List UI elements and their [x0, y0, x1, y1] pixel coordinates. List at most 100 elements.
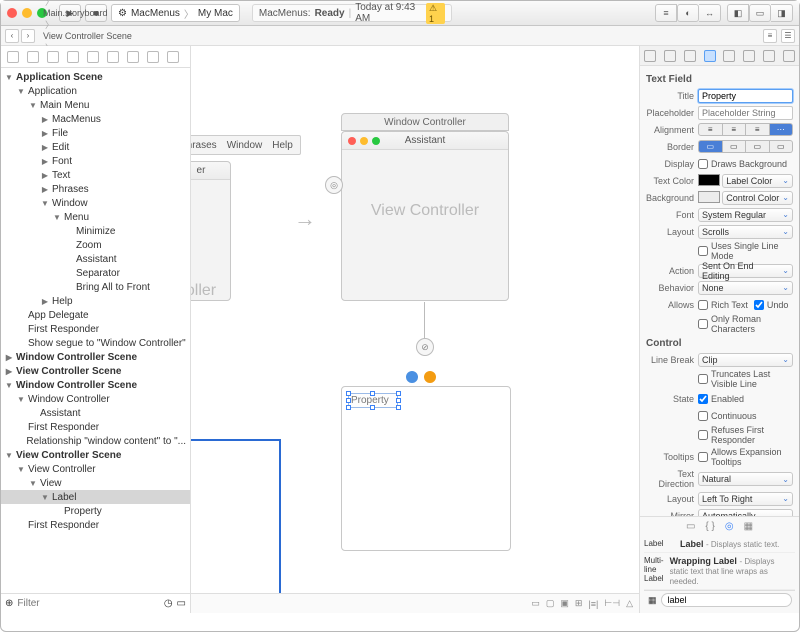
placeholder-input[interactable] [698, 106, 793, 120]
breadcrumb-item[interactable]: View Controller Scene [43, 31, 132, 41]
disclosure-triangle-icon[interactable]: ▶ [41, 297, 49, 306]
zoom-out-icon[interactable]: ▭ [531, 598, 540, 609]
panel-toggle-segment[interactable]: ◧ ▭ ◨ [727, 4, 793, 22]
outline-row[interactable]: ▶Window Controller Scene [1, 350, 190, 364]
bindings-inspector-icon[interactable] [763, 50, 775, 62]
outline-row[interactable]: ▼Label [1, 490, 190, 504]
standard-editor-icon[interactable]: ≡ [655, 4, 677, 22]
view-controller-view[interactable]: Property [341, 386, 511, 551]
outline-row[interactable]: First Responder [1, 322, 190, 336]
textdir-popup[interactable]: Natural [698, 472, 793, 486]
tooltips-checkbox[interactable] [698, 452, 708, 462]
outline-row[interactable]: Minimize [1, 224, 190, 238]
background-color-well[interactable] [698, 191, 720, 203]
outline-row[interactable]: ▼Window Controller Scene [1, 378, 190, 392]
outline-row[interactable]: Separator [1, 266, 190, 280]
outline-row[interactable]: ▼Window [1, 196, 190, 210]
outline-row[interactable]: ▶Edit [1, 140, 190, 154]
source-control-navigator-icon[interactable] [27, 51, 39, 63]
layout2-popup[interactable]: Left To Right [698, 492, 793, 506]
document-outline[interactable]: ▼Application Scene▼Application▼Main Menu… [1, 68, 190, 593]
recent-filter-icon[interactable]: ◷ [164, 598, 173, 609]
selected-view-outline[interactable] [191, 439, 281, 599]
disclosure-triangle-icon[interactable]: ▼ [17, 465, 25, 474]
outline-row[interactable]: ▶File [1, 126, 190, 140]
connections-inspector-icon[interactable] [743, 50, 755, 62]
disclosure-triangle-icon[interactable]: ▶ [41, 129, 49, 138]
segue-connector-icon[interactable]: ⊘ [416, 338, 434, 356]
disclosure-triangle-icon[interactable]: ▼ [41, 199, 49, 208]
resolve-icon[interactable]: △ [626, 598, 633, 609]
back-button[interactable]: ‹ [5, 29, 19, 43]
library-search-input[interactable] [661, 593, 792, 607]
bottom-panel-toggle-icon[interactable]: ▭ [749, 4, 771, 22]
undo-checkbox[interactable] [754, 300, 764, 310]
issue-navigator-icon[interactable] [87, 51, 99, 63]
disclosure-triangle-icon[interactable]: ▼ [17, 395, 25, 404]
linebreak-popup[interactable]: Clip [698, 353, 793, 367]
disclosure-triangle-icon[interactable]: ▼ [5, 73, 13, 82]
text-color-popup[interactable]: Label Color [722, 174, 793, 188]
action-popup[interactable]: Sent On End Editing [698, 264, 793, 278]
outline-row[interactable]: ▼View Controller Scene [1, 448, 190, 462]
assistant-window[interactable]: Assistant View Controller [341, 131, 509, 301]
project-navigator-icon[interactable] [7, 51, 19, 63]
filter-input[interactable] [17, 598, 159, 609]
debug-navigator-icon[interactable] [127, 51, 139, 63]
library-tabs[interactable]: ▭{ }◎▦ [644, 521, 795, 532]
border-segment[interactable]: ▭▭▭▭ [698, 140, 793, 153]
embed-icon[interactable]: ⊞ [575, 598, 583, 609]
scene-status-icons[interactable] [406, 371, 436, 383]
outline-row[interactable]: ▼Menu [1, 210, 190, 224]
object-library-icon[interactable]: ◎ [725, 521, 734, 532]
outline-row[interactable]: ▼View [1, 476, 190, 490]
mirror-popup[interactable]: Automatically [698, 509, 793, 517]
disclosure-triangle-icon[interactable]: ▶ [41, 157, 49, 166]
editor-mode-segment[interactable]: ≡ ◐ ↔ [655, 4, 721, 22]
first-responder-icon[interactable] [424, 371, 436, 383]
draws-background-checkbox[interactable] [698, 159, 708, 169]
scm-filter-icon[interactable]: ▭ [177, 598, 186, 609]
outline-row[interactable]: Zoom [1, 238, 190, 252]
outline-row[interactable]: Property [1, 504, 190, 518]
title-input[interactable] [698, 89, 793, 103]
behavior-popup[interactable]: None [698, 281, 793, 295]
forward-button[interactable]: › [21, 29, 35, 43]
outline-row[interactable]: ▼Window Controller [1, 392, 190, 406]
outline-row[interactable]: ▶View Controller Scene [1, 364, 190, 378]
outline-row[interactable]: ▶Phrases [1, 182, 190, 196]
disclosure-triangle-icon[interactable]: ▼ [5, 451, 13, 460]
alignment-segment[interactable]: ≡≡≡⋯ [698, 123, 793, 136]
outline-row[interactable]: ▶Help [1, 294, 190, 308]
outline-row[interactable]: ▶Text [1, 168, 190, 182]
menu-item[interactable]: Phrases [191, 140, 217, 151]
symbol-navigator-icon[interactable] [47, 51, 59, 63]
outline-row[interactable]: Bring All to Front [1, 280, 190, 294]
menu-item[interactable]: Window [227, 140, 263, 151]
menu-item[interactable]: Help [272, 140, 293, 151]
disclosure-triangle-icon[interactable]: ▼ [41, 493, 49, 502]
right-panel-toggle-icon[interactable]: ◨ [771, 4, 793, 22]
library-item[interactable]: LabelLabel - Displays static text. [644, 536, 795, 553]
find-navigator-icon[interactable] [67, 51, 79, 63]
disclosure-triangle-icon[interactable]: ▼ [29, 101, 37, 110]
disclosure-triangle-icon[interactable]: ▶ [41, 171, 49, 180]
code-snippet-icon[interactable]: { } [705, 521, 714, 532]
single-line-checkbox[interactable] [698, 246, 708, 256]
test-navigator-icon[interactable] [107, 51, 119, 63]
text-color-well[interactable] [698, 174, 720, 186]
size-inspector-icon[interactable] [723, 50, 735, 62]
minimize-window-icon[interactable] [22, 8, 32, 18]
close-window-icon[interactable] [7, 8, 17, 18]
file-inspector-icon[interactable] [644, 50, 656, 62]
rich-text-checkbox[interactable] [698, 300, 708, 310]
help-inspector-icon[interactable] [664, 50, 676, 62]
refuses-checkbox[interactable] [698, 430, 708, 440]
truncates-checkbox[interactable] [698, 374, 708, 384]
disclosure-triangle-icon[interactable]: ▼ [5, 381, 13, 390]
breadcrumb-item[interactable]: Main.storyboard [43, 8, 132, 18]
version-editor-icon[interactable]: ↔ [699, 4, 721, 22]
outline-row[interactable]: ▶Font [1, 154, 190, 168]
segue-connector-icon[interactable]: ◎ [325, 176, 343, 194]
outline-row[interactable]: First Responder [1, 420, 190, 434]
